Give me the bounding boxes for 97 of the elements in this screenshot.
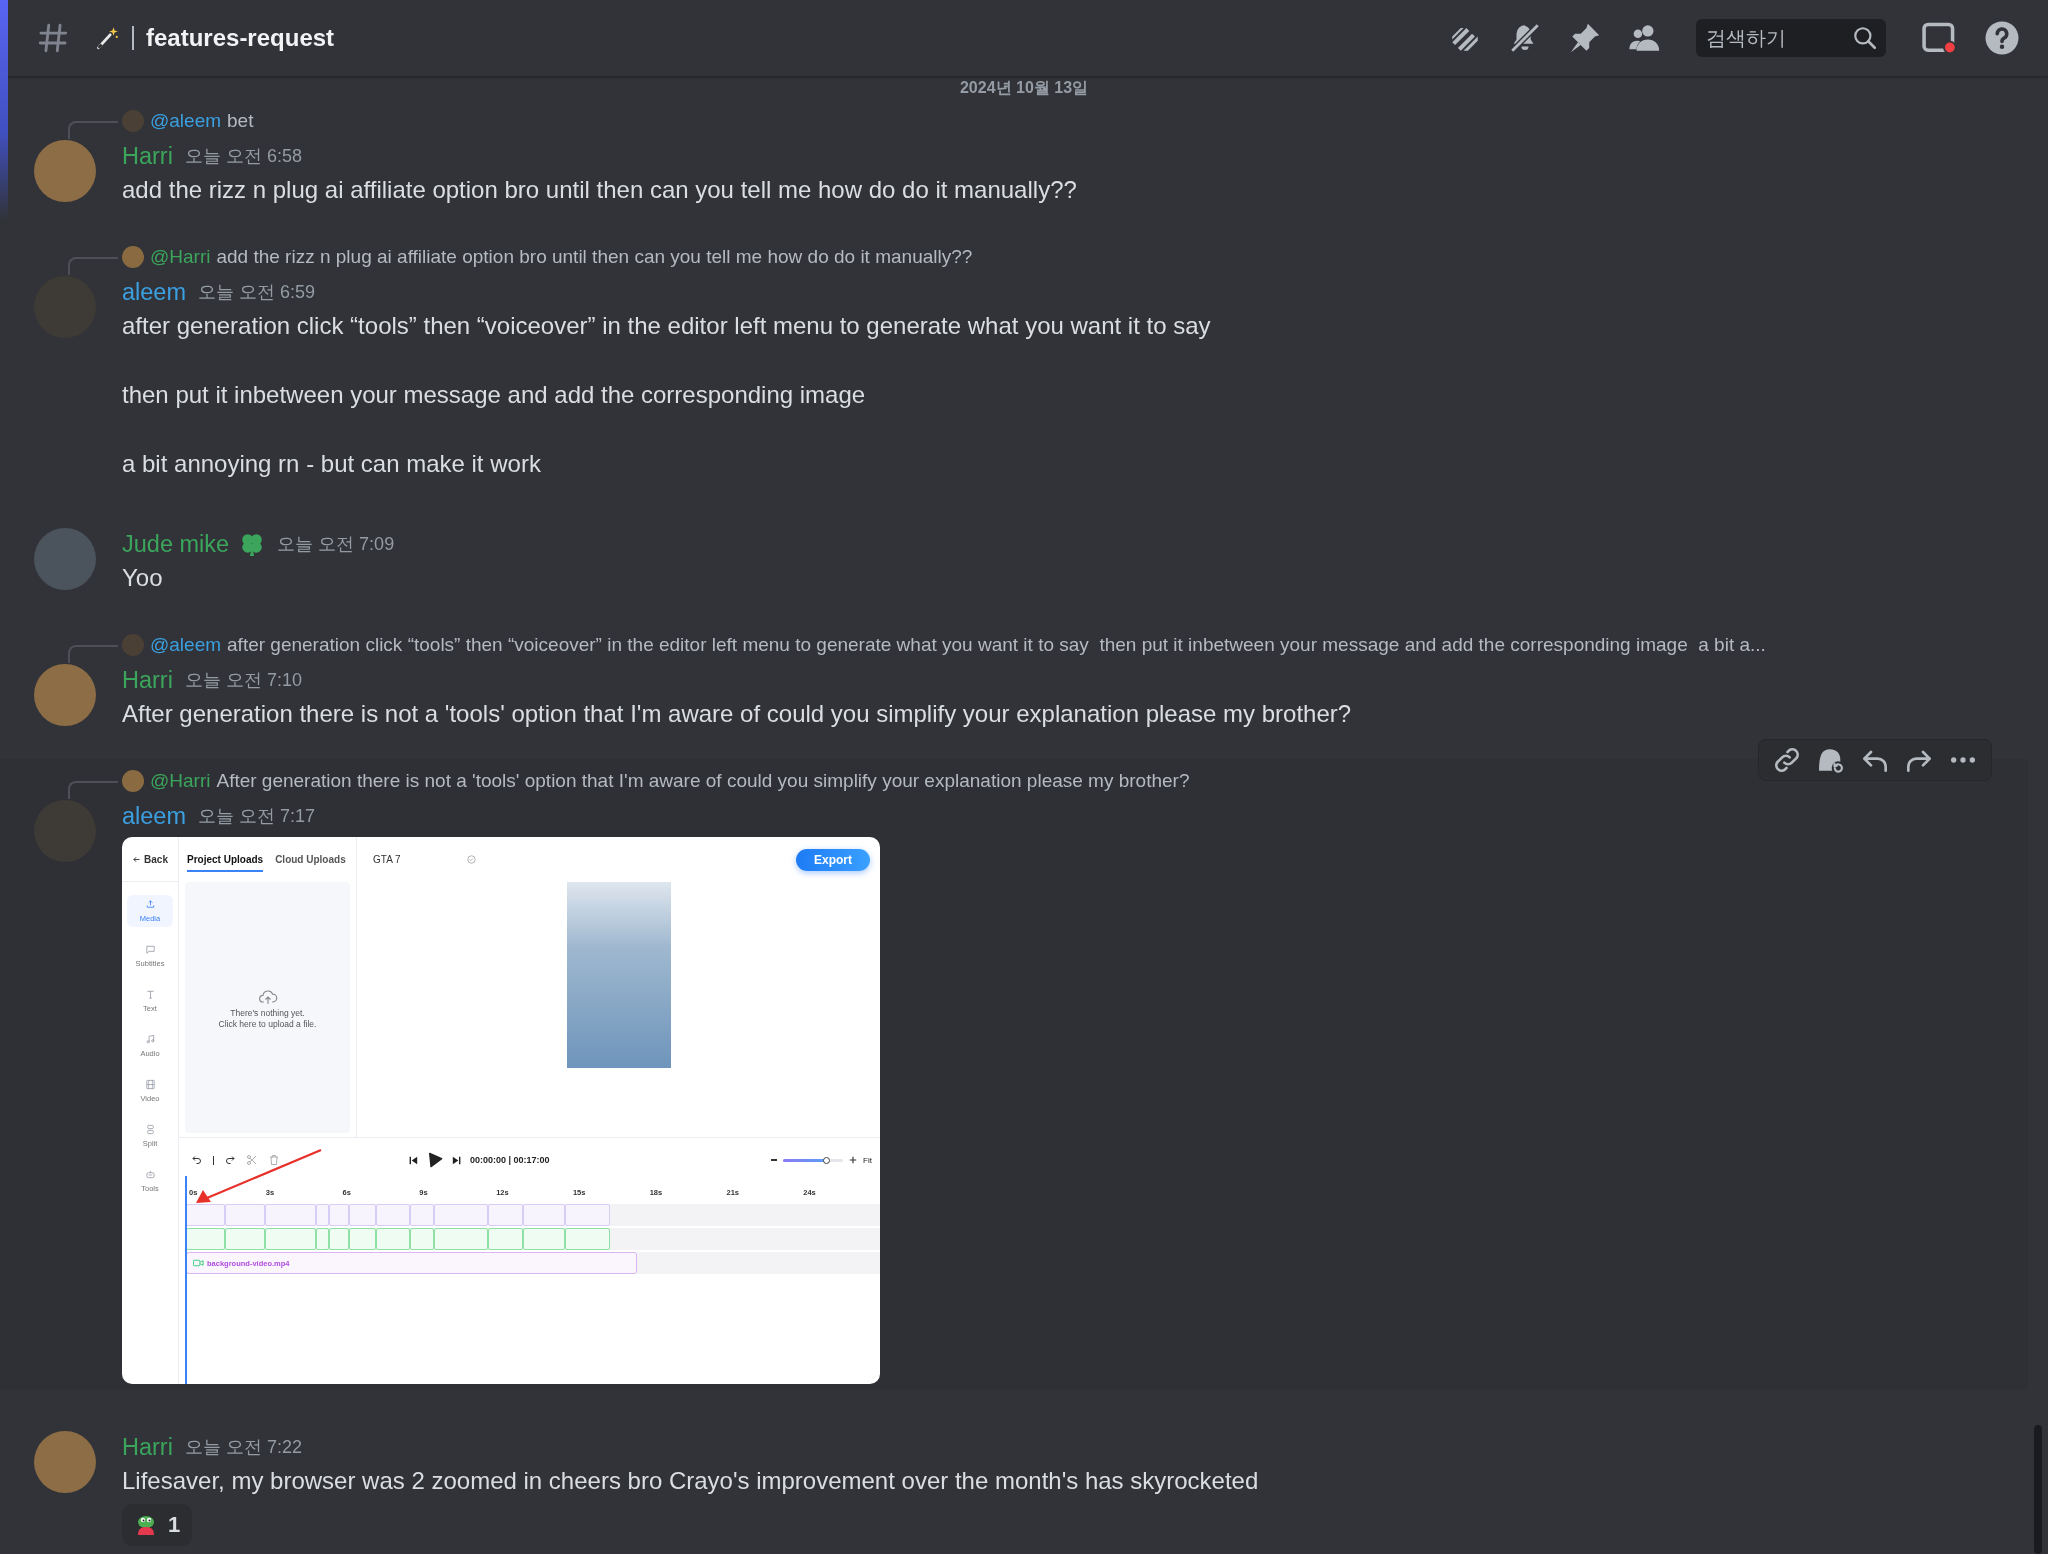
message-text: a bit annoying rn - but can make it work bbox=[122, 449, 542, 479]
wand-icon bbox=[94, 25, 120, 51]
reply-connector bbox=[68, 121, 118, 139]
bell-off-icon[interactable] bbox=[1508, 21, 1542, 55]
channel-name: features-request bbox=[146, 24, 335, 52]
username[interactable]: Harri bbox=[122, 1433, 173, 1461]
audio-clip[interactable] bbox=[328, 1228, 350, 1250]
scissors-icon[interactable] bbox=[246, 1154, 258, 1166]
empty-state-text: Click here to upload a file. bbox=[218, 1018, 317, 1029]
text-clip[interactable] bbox=[523, 1204, 565, 1226]
text-clip[interactable] bbox=[376, 1204, 411, 1226]
username[interactable]: Harri bbox=[122, 666, 173, 694]
reply-connector bbox=[68, 645, 118, 663]
reply-preview[interactable]: add the rizz n plug ai affiliate option bro until then can you tell me how do do it manually?? bbox=[216, 246, 973, 268]
avatar[interactable] bbox=[122, 246, 144, 268]
speech-bubble-icon bbox=[144, 944, 156, 955]
reply-connector bbox=[68, 257, 118, 275]
audio-clip[interactable] bbox=[564, 1228, 610, 1250]
play-icon[interactable] bbox=[427, 1152, 443, 1168]
audio-clip[interactable] bbox=[376, 1228, 411, 1250]
timestamp: 오늘 오전 6:58 bbox=[184, 145, 302, 168]
export-button[interactable]: Export bbox=[796, 848, 870, 871]
reply-preview[interactable]: after generation click “tools” then “voiceover” in the editor left menu to generate what you want it to say then put it inbetween your message and add the corresponding image a bit a... bbox=[227, 634, 1766, 656]
audio-clip[interactable] bbox=[523, 1228, 565, 1250]
split-icon bbox=[144, 1124, 156, 1135]
text-clip[interactable] bbox=[328, 1204, 350, 1226]
film-icon bbox=[144, 1079, 156, 1090]
skip-back-icon[interactable] bbox=[408, 1154, 419, 1166]
username[interactable]: aleem bbox=[122, 278, 186, 306]
redo-icon[interactable] bbox=[224, 1154, 236, 1166]
help-icon[interactable] bbox=[1984, 20, 2020, 56]
toolbar-divider bbox=[213, 1155, 214, 1165]
audio-clip[interactable] bbox=[265, 1228, 316, 1250]
avatar[interactable] bbox=[122, 770, 144, 792]
avatar[interactable] bbox=[122, 634, 144, 656]
avatar[interactable] bbox=[122, 110, 144, 132]
reply-preview[interactable]: bet bbox=[227, 110, 254, 132]
empty-state-text: There's nothing yet. bbox=[230, 1007, 305, 1018]
skip-forward-icon[interactable] bbox=[451, 1154, 462, 1166]
pin-icon[interactable] bbox=[1568, 21, 1602, 55]
reaction-button[interactable]: 1 bbox=[122, 1504, 193, 1546]
audio-clip[interactable] bbox=[433, 1228, 489, 1250]
robot-icon bbox=[144, 1169, 156, 1180]
fit-button[interactable]: Fit bbox=[863, 1155, 872, 1165]
project-name[interactable]: GTA 7 bbox=[373, 854, 401, 865]
undo-icon[interactable] bbox=[191, 1154, 203, 1166]
text-clip[interactable] bbox=[349, 1204, 377, 1226]
reply-author[interactable]: @Harri bbox=[150, 770, 211, 792]
text-clip[interactable] bbox=[488, 1204, 524, 1226]
reply-author[interactable]: @aleem bbox=[150, 634, 222, 656]
message-text: add the rizz n plug ai affiliate option bro until then can you tell me how do do it manually?? bbox=[122, 175, 1078, 205]
text-clip[interactable] bbox=[265, 1204, 316, 1226]
reply-connector bbox=[68, 781, 118, 799]
zoom-slider-thumb[interactable] bbox=[822, 1156, 830, 1164]
timestamp: 오늘 오전 7:17 bbox=[198, 805, 316, 828]
timestamp: 오늘 오전 6:59 bbox=[198, 281, 316, 304]
uploads-tab[interactable]: Cloud Uploads bbox=[275, 847, 346, 872]
message-text: Lifesaver, my browser was 2 zoomed in cheers bro Crayo's improvement over the month's has skyrocketed bbox=[122, 1466, 1260, 1496]
upload-icon bbox=[144, 899, 156, 910]
message-text: After generation there is not a 'tools' option that I'm aware of could you simplify your explanation please my brother? bbox=[122, 699, 1353, 729]
audio-clip[interactable] bbox=[186, 1228, 226, 1250]
message-text: after generation click “tools” then “voiceover” in the editor left menu to generate what you want it to say bbox=[122, 311, 1212, 341]
search-field[interactable]: 검색하기 bbox=[1696, 19, 1886, 57]
arrow-left-icon bbox=[132, 854, 142, 864]
reply-preview[interactable]: After generation there is not a 'tools' option that I'm aware of could you simplify your explanation please my brother? bbox=[216, 770, 1190, 792]
timestamp: 오늘 오전 7:10 bbox=[184, 669, 302, 692]
scrollbar-thumb[interactable] bbox=[2034, 1425, 2042, 1554]
uploads-tab[interactable]: Project Uploads bbox=[187, 847, 264, 872]
date-divider: 2024년 10월 13일 bbox=[959, 77, 1089, 98]
zoom-in-icon[interactable] bbox=[849, 1156, 858, 1164]
text-icon bbox=[144, 989, 156, 1000]
username[interactable]: Harri bbox=[122, 142, 173, 170]
username[interactable]: aleem bbox=[122, 802, 186, 830]
text-clip[interactable] bbox=[186, 1204, 226, 1226]
timestamp: 오늘 오전 7:22 bbox=[184, 1436, 302, 1459]
timecode: 00:00:00 | 00:17:00 bbox=[470, 1155, 550, 1165]
text-clip[interactable] bbox=[410, 1204, 434, 1226]
audio-clip[interactable] bbox=[488, 1228, 524, 1250]
text-clip[interactable] bbox=[564, 1204, 610, 1226]
message-text: Yoo bbox=[122, 563, 164, 593]
music-note-icon bbox=[144, 1034, 156, 1045]
search-icon bbox=[1852, 25, 1878, 51]
back-button[interactable]: Back bbox=[122, 837, 178, 882]
hash-icon bbox=[36, 21, 70, 55]
timestamp: 오늘 오전 7:09 bbox=[277, 533, 395, 556]
audio-clip[interactable] bbox=[410, 1228, 434, 1250]
check-circle-icon bbox=[466, 855, 476, 864]
trash-icon[interactable] bbox=[268, 1154, 280, 1166]
video-camera-icon bbox=[193, 1259, 204, 1267]
username[interactable]: Jude mike bbox=[122, 530, 230, 558]
message-text: then put it inbetween your message and add the corresponding image bbox=[122, 380, 867, 410]
audio-clip[interactable] bbox=[349, 1228, 377, 1250]
reply-author[interactable]: @Harri bbox=[150, 246, 211, 268]
text-clip[interactable] bbox=[225, 1204, 266, 1226]
text-clip[interactable] bbox=[433, 1204, 489, 1226]
reply-author[interactable]: @aleem bbox=[150, 110, 222, 132]
audio-clip[interactable] bbox=[225, 1228, 266, 1250]
